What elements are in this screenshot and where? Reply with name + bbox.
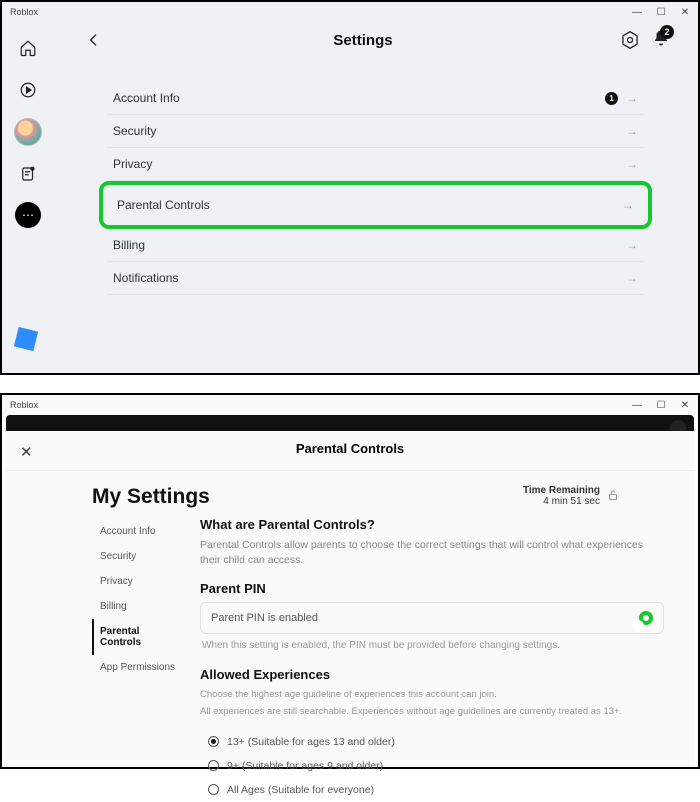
tab-app-permissions[interactable]: App Permissions (92, 655, 188, 680)
lock-icon (606, 488, 620, 505)
settings-tabs: Account Info Security Privacy Billing Pa… (92, 517, 188, 802)
chevron-right-icon: → (622, 198, 634, 212)
modal-title: Parental Controls (6, 431, 694, 471)
minimize-button[interactable]: — (632, 400, 642, 410)
window-controls: — ☐ ✕ (632, 400, 690, 410)
tab-security[interactable]: Security (92, 544, 188, 569)
home-icon[interactable] (14, 34, 42, 62)
highlight-parental-controls: Parental Controls → (99, 181, 652, 229)
settings-list: Account Info 1→ Security → Privacy → Par… (107, 82, 644, 295)
radio-all-ages[interactable]: All Ages (Suitable for everyone) (208, 778, 664, 802)
robux-icon[interactable] (620, 30, 640, 50)
app-name: Roblox (10, 400, 38, 410)
close-icon[interactable]: ✕ (20, 443, 33, 461)
tab-account-info[interactable]: Account Info (92, 519, 188, 544)
parental-controls-window: Roblox — ☐ ✕ ✕ Parental Controls My Sett… (0, 393, 700, 769)
app-name: Roblox (10, 7, 38, 17)
close-button[interactable]: ✕ (680, 400, 690, 410)
maximize-button[interactable]: ☐ (656, 7, 666, 17)
age-radio-group: 13+ (Suitable for ages 13 and older) 9+ … (200, 730, 664, 802)
notification-badge: 2 (660, 25, 674, 39)
my-settings-heading: My Settings (92, 485, 210, 509)
titlebar: Roblox — ☐ ✕ (2, 2, 698, 22)
tab-billing[interactable]: Billing (92, 594, 188, 619)
count-badge: 1 (605, 92, 618, 105)
tab-parental-controls[interactable]: Parental Controls (92, 619, 188, 655)
settings-window: Roblox — ☐ ✕ ⋯ Settings (0, 0, 700, 375)
row-notifications[interactable]: Notifications → (107, 262, 644, 295)
play-icon[interactable] (14, 76, 42, 104)
row-privacy[interactable]: Privacy → (107, 148, 644, 181)
page-header: Settings 2 (54, 28, 698, 52)
close-button[interactable]: ✕ (680, 7, 690, 17)
window-controls: — ☐ ✕ (632, 7, 690, 17)
row-security[interactable]: Security → (107, 115, 644, 148)
left-nav-rail: ⋯ (2, 22, 54, 228)
titlebar: Roblox — ☐ ✕ (2, 395, 698, 415)
back-button[interactable] (82, 28, 106, 52)
maximize-button[interactable]: ☐ (656, 400, 666, 410)
chevron-right-icon: → (626, 157, 638, 171)
modal: ✕ Parental Controls My Settings Time Rem… (6, 431, 694, 767)
chevron-right-icon: → (626, 271, 638, 285)
parent-pin-row: Parent PIN is enabled (200, 602, 664, 634)
radio-13plus[interactable]: 13+ (Suitable for ages 13 and older) (208, 730, 664, 754)
radio-icon (208, 760, 219, 771)
blue-tag-icon (14, 327, 38, 351)
page-title: Settings (106, 32, 620, 49)
row-parental-controls[interactable]: Parental Controls → (111, 189, 640, 221)
section-what-are: What are Parental Controls? (200, 517, 664, 532)
highlight-toggle (639, 611, 653, 625)
chevron-right-icon: → (626, 238, 638, 252)
row-billing[interactable]: Billing → (107, 229, 644, 262)
radio-9plus[interactable]: 9+ (Suitable for ages 9 and older) (208, 754, 664, 778)
minimize-button[interactable]: — (632, 7, 642, 17)
tab-privacy[interactable]: Privacy (92, 569, 188, 594)
chevron-right-icon: → (626, 124, 638, 138)
notifications-button[interactable]: 2 (652, 29, 670, 52)
time-remaining: Time Remaining 4 min 51 sec (523, 485, 620, 507)
more-icon[interactable]: ⋯ (15, 202, 41, 228)
avatar[interactable] (14, 118, 42, 146)
chevron-right-icon: → (626, 91, 638, 105)
radio-icon (208, 736, 219, 747)
section-allowed-experiences: Allowed Experiences (200, 667, 664, 682)
radio-icon (208, 784, 219, 795)
notes-icon[interactable] (14, 160, 42, 188)
panel: What are Parental Controls? Parental Con… (200, 517, 664, 802)
row-account-info[interactable]: Account Info 1→ (107, 82, 644, 115)
section-parent-pin: Parent PIN (200, 581, 664, 596)
